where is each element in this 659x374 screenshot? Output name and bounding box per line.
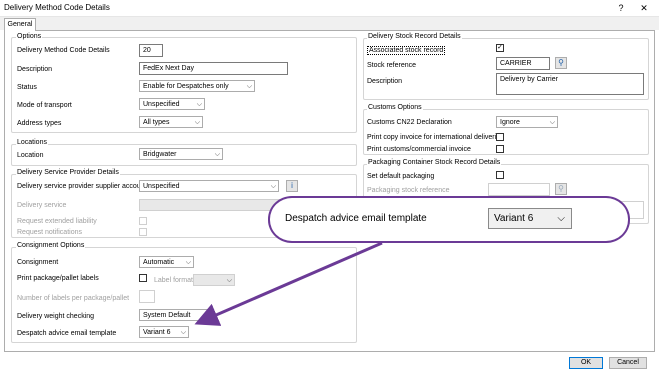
callout-label: Despatch advice email template: [285, 213, 427, 224]
callout-arrow: [194, 241, 383, 326]
ok-button[interactable]: OK: [569, 357, 603, 369]
callout-value: Variant 6: [494, 213, 534, 224]
callout-select: Variant 6 ⌵: [488, 208, 572, 229]
chevron-down-icon: ⌵: [557, 213, 565, 224]
cancel-button[interactable]: Cancel: [609, 357, 647, 369]
